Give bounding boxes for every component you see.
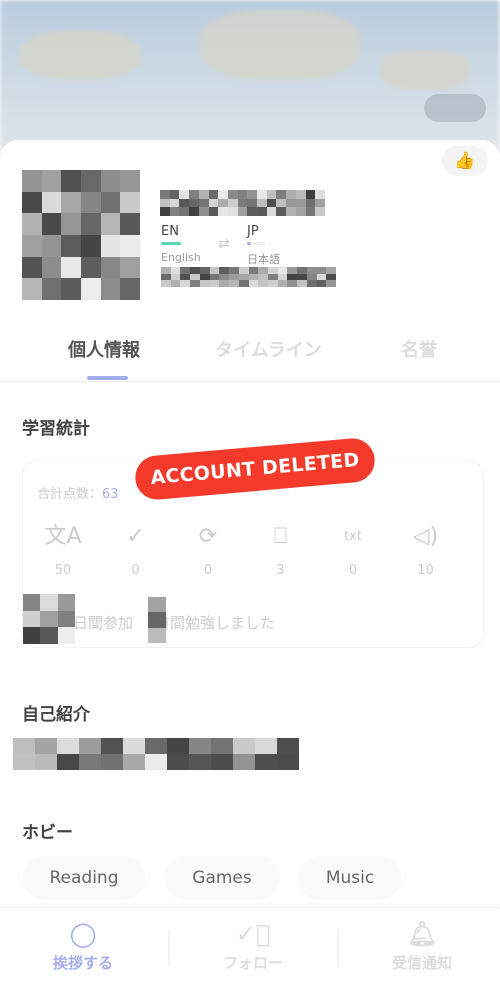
stat-item: 文A 50: [33, 521, 93, 578]
native-language: EN English: [161, 224, 201, 264]
days-summary: 日間参加 日間勉強しました: [73, 612, 275, 633]
native-lang-name: English: [161, 251, 201, 264]
swap-icon: ⇄: [218, 236, 230, 252]
notify-button[interactable]: 🔔︎ 受信通知: [339, 916, 500, 973]
check-circle-icon: ✓⃝: [235, 920, 271, 948]
stat-value: 0: [348, 563, 358, 578]
username-redacted: [160, 190, 325, 216]
refresh-icon: ⟳: [198, 524, 218, 549]
tab-timeline[interactable]: タイムライン: [215, 336, 322, 362]
location-redacted: [161, 267, 336, 287]
target-lang-bar: [247, 242, 265, 245]
intro-redacted: [13, 738, 299, 770]
intro-title: 自己紹介: [22, 705, 90, 725]
stats-title: 学習統計: [22, 419, 90, 439]
follow-button[interactable]: ✓⃝ フォロー: [170, 916, 336, 973]
stat-value: 0: [131, 563, 140, 578]
target-lang-name: 日本語: [247, 253, 280, 266]
stat-item: ✓ 0: [106, 521, 166, 578]
days-redacted: [23, 594, 75, 644]
days-studied: 日間勉強しました: [155, 614, 276, 632]
days-joined: 日間参加: [73, 614, 134, 632]
hobby-chip: Games: [164, 856, 280, 900]
days-redacted: [148, 597, 166, 643]
total-value: 63: [102, 487, 119, 502]
bell-icon: 🔔︎: [406, 920, 438, 948]
abc-check-icon: ✓: [126, 524, 145, 549]
stat-value: 3: [276, 563, 285, 578]
follow-label: フォロー: [222, 954, 283, 972]
target-language: JP 日本語: [247, 224, 280, 267]
chat-bubble-icon: ◯: [69, 920, 97, 948]
stat-item: ◁) 10: [396, 521, 456, 578]
hobby-chip: Reading: [22, 856, 146, 900]
stat-item: ⎕ 3: [251, 521, 311, 578]
total-points: 合計点数：63: [37, 483, 119, 502]
translate-icon: 文A: [44, 524, 82, 549]
like-button[interactable]: 👍: [442, 146, 488, 176]
profile-tabs: 個人情報 タイムライン 名誉: [0, 336, 500, 382]
hobby-chip: Music: [298, 856, 402, 900]
stat-value: 0: [203, 563, 213, 578]
bookmark-icon: ⎕: [273, 524, 288, 549]
native-lang-bar: [161, 242, 181, 245]
notify-label: 受信通知: [391, 954, 452, 972]
speaker-icon: ◁): [412, 524, 439, 549]
target-lang-code: JP: [247, 224, 259, 239]
stat-item: ⟳ 0: [178, 521, 238, 578]
hobby-title: ホビー: [22, 823, 73, 843]
tab-honors[interactable]: 名誉: [401, 336, 437, 362]
thumbs-up-icon: 👍: [454, 151, 476, 171]
native-lang-code: EN: [161, 224, 179, 239]
stat-item: txt 0: [323, 521, 383, 578]
stat-value: 50: [54, 563, 72, 578]
greet-label: 挨拶する: [52, 954, 113, 972]
greet-button[interactable]: ◯ 挨拶する: [0, 916, 166, 973]
stat-value: 10: [417, 563, 434, 578]
active-tab-indicator: [87, 376, 128, 380]
tab-personal-info[interactable]: 個人情報: [68, 336, 140, 362]
bottom-action-bar: ◯ 挨拶する ✓⃝ フォロー 🔔︎ 受信通知: [0, 907, 500, 1000]
more-button[interactable]: [424, 94, 486, 122]
total-label: 合計点数：: [37, 487, 103, 502]
audio-text-icon: txt: [344, 529, 362, 544]
avatar: [22, 170, 140, 300]
